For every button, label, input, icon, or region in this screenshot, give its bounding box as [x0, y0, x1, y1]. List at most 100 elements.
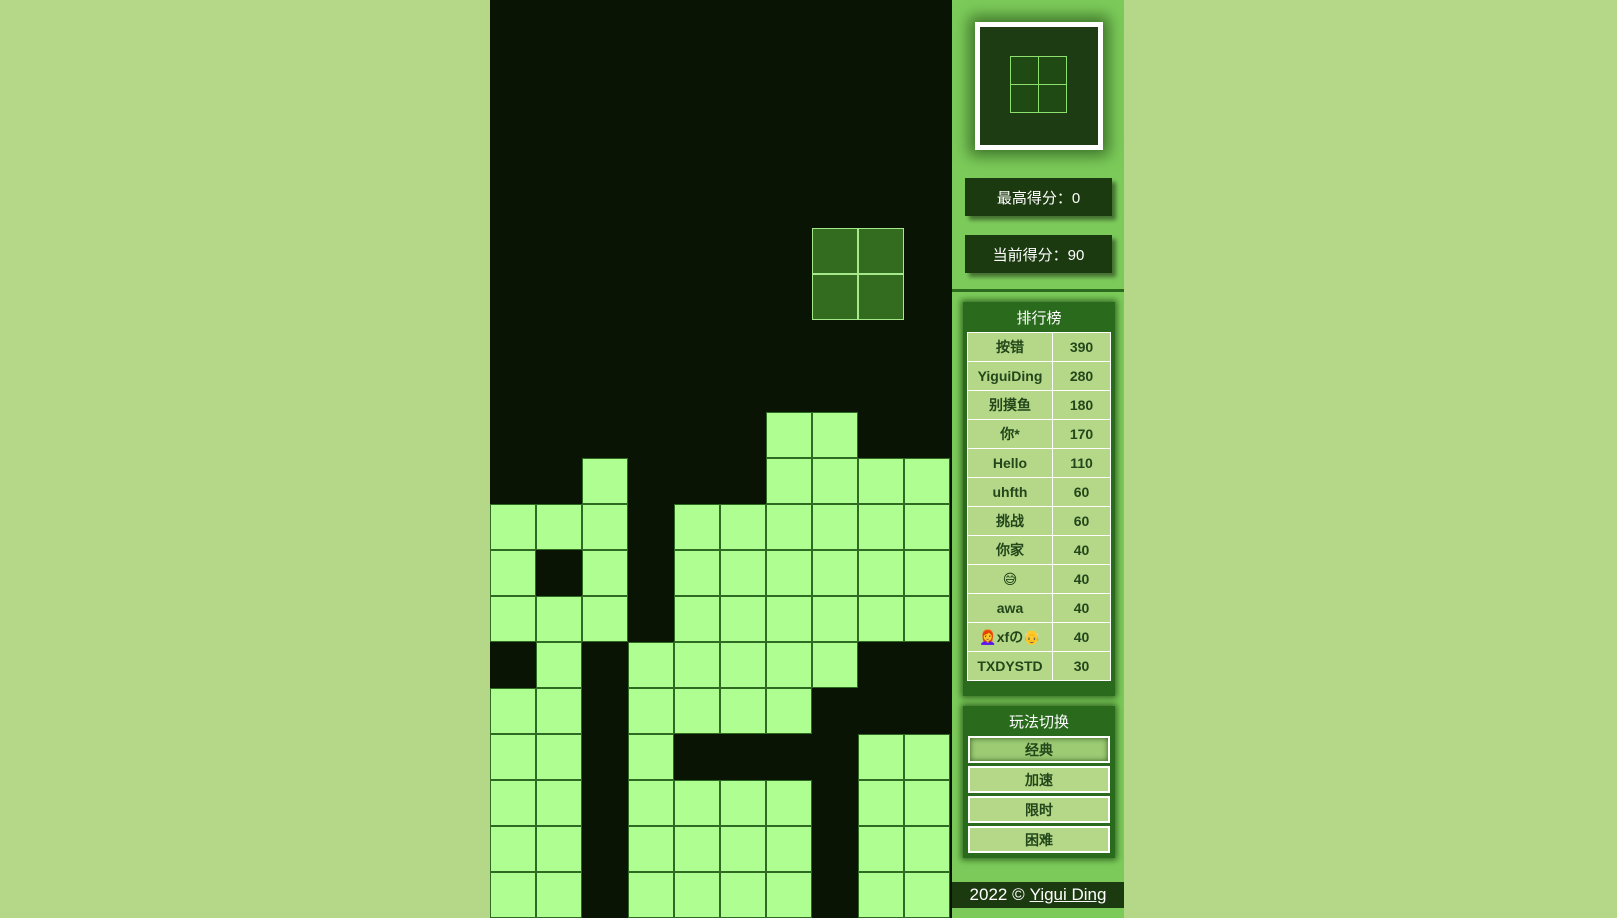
settled-block — [720, 780, 766, 826]
leaderboard-score: 40 — [1052, 622, 1111, 652]
leaderboard-name: uhfth — [967, 477, 1053, 507]
settled-block — [490, 504, 536, 550]
leaderboard-name: awa — [967, 593, 1053, 623]
settled-block — [536, 826, 582, 872]
leaderboard-score: 40 — [1052, 535, 1111, 565]
settled-block — [674, 642, 720, 688]
falling-block — [858, 228, 904, 274]
leaderboard-row: 你* 170 — [967, 419, 1111, 449]
leaderboard-row: TXDYSTD 30 — [967, 651, 1111, 681]
leaderboard-score: 390 — [1052, 332, 1111, 362]
settled-block — [904, 826, 950, 872]
settled-block — [812, 596, 858, 642]
falling-block — [812, 274, 858, 320]
leaderboard-row: 👩‍🦰xfの👴 40 — [967, 622, 1111, 652]
settled-block — [904, 458, 950, 504]
settled-block — [766, 596, 812, 642]
mode-switch-title: 玩法切换 — [1008, 714, 1069, 731]
settled-block — [628, 734, 674, 780]
leaderboard-name: YiguiDing — [967, 361, 1053, 391]
settled-block — [812, 642, 858, 688]
settled-block — [766, 872, 812, 918]
leaderboard-row: 按错 390 — [967, 332, 1111, 362]
leaderboard-row: awa 40 — [967, 593, 1111, 623]
preview-block — [1010, 84, 1039, 113]
leaderboard-score: 60 — [1052, 506, 1111, 536]
settled-block — [490, 872, 536, 918]
settled-block — [720, 688, 766, 734]
leaderboard-table: 按错 390 YiguiDing 280 别摸鱼 180 你* 170 Hello 110 uhft… — [967, 332, 1111, 681]
settled-block — [536, 872, 582, 918]
leaderboard-name: 😅 — [967, 564, 1053, 594]
leaderboard-score: 40 — [1052, 593, 1111, 623]
settled-block — [490, 596, 536, 642]
settled-block — [720, 826, 766, 872]
mode-option[interactable]: 经典 — [968, 736, 1110, 763]
leaderboard-row: YiguiDing 280 — [967, 361, 1111, 391]
settled-block — [628, 642, 674, 688]
leaderboard-name: 挑战 — [967, 506, 1053, 536]
settled-block — [766, 550, 812, 596]
settled-block — [904, 550, 950, 596]
settled-block — [490, 550, 536, 596]
settled-block — [674, 596, 720, 642]
leaderboard-name: 你家 — [967, 535, 1053, 565]
settled-block — [766, 780, 812, 826]
settled-block — [628, 826, 674, 872]
settled-block — [766, 688, 812, 734]
settled-block — [536, 780, 582, 826]
footer-copyright: 2022 © — [969, 885, 1025, 904]
settled-block — [858, 596, 904, 642]
leaderboard-name: TXDYSTD — [967, 651, 1053, 681]
preview-block — [1010, 56, 1039, 85]
leaderboard-row: 别摸鱼 180 — [967, 390, 1111, 420]
mode-option[interactable]: 限时 — [968, 796, 1110, 823]
settled-block — [674, 780, 720, 826]
settled-block — [904, 872, 950, 918]
settled-block — [628, 688, 674, 734]
leaderboard-score: 110 — [1052, 448, 1111, 478]
settled-block — [674, 872, 720, 918]
leaderboard-name: Hello — [967, 448, 1053, 478]
mode-switch-panel: 玩法切换 经典加速限时困难 — [963, 706, 1115, 858]
settled-block — [812, 412, 858, 458]
settled-block — [720, 550, 766, 596]
settled-block — [858, 734, 904, 780]
leaderboard-score: 280 — [1052, 361, 1111, 391]
settled-block — [536, 688, 582, 734]
mode-option[interactable]: 加速 — [968, 766, 1110, 793]
settled-block — [674, 688, 720, 734]
settled-block — [720, 504, 766, 550]
author-link[interactable]: Yigui Ding — [1030, 885, 1107, 905]
settled-block — [490, 780, 536, 826]
settled-block — [904, 780, 950, 826]
settled-block — [858, 504, 904, 550]
leaderboard-name: 按错 — [967, 332, 1053, 362]
mode-option[interactable]: 困难 — [968, 826, 1110, 853]
settled-block — [858, 458, 904, 504]
settled-block — [582, 458, 628, 504]
settled-block — [490, 826, 536, 872]
settled-block — [812, 504, 858, 550]
leaderboard-score: 40 — [1052, 564, 1111, 594]
settled-block — [858, 550, 904, 596]
game-board[interactable] — [490, 0, 952, 918]
leaderboard-name: 别摸鱼 — [967, 390, 1053, 420]
settled-block — [720, 872, 766, 918]
settled-block — [766, 826, 812, 872]
settled-block — [766, 458, 812, 504]
settled-block — [766, 642, 812, 688]
settled-block — [536, 504, 582, 550]
settled-block — [674, 550, 720, 596]
settled-block — [490, 688, 536, 734]
settled-block — [582, 550, 628, 596]
settled-block — [536, 734, 582, 780]
current-score: 当前得分：90 — [965, 235, 1112, 273]
settled-block — [674, 826, 720, 872]
divider — [952, 289, 1124, 292]
leaderboard-row: 你家 40 — [967, 535, 1111, 565]
leaderboard-row: uhfth 60 — [967, 477, 1111, 507]
preview-block — [1038, 56, 1067, 85]
leaderboard-name: 👩‍🦰xfの👴 — [967, 622, 1053, 652]
settled-block — [812, 458, 858, 504]
